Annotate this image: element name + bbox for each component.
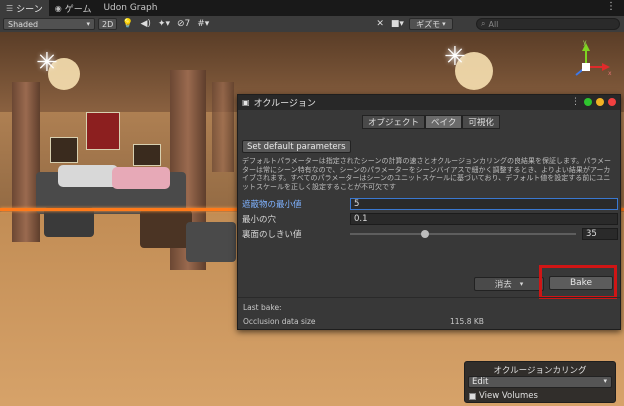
smallest-occluder-field[interactable]: 5 [350,198,618,210]
divider [238,297,620,298]
last-bake-label: Last bake: [243,303,282,312]
backface-threshold-value: 35 [586,229,597,239]
scene-toolbar: Shaded ▾ 2D 💡 ◀) ✦▾ ⊘ 7 #▾ ✕ ■▾ ギズモ ▾ ⌕ … [0,16,624,32]
occlusion-culling-overlay: オクルージョンカリング Edit ▾ View Volumes [464,361,616,403]
light-rays-icon: ✳ [444,42,466,72]
2d-toggle-button[interactable]: 2D [98,18,118,30]
overlay-title: オクルージョンカリング [493,366,587,376]
axis-gizmo[interactable]: y x [570,39,614,83]
occlusion-window-title-bar[interactable]: ▣ オクルージョン ⋮ [238,95,620,110]
smallest-hole-label: 最小の穴 [242,215,277,225]
shading-mode-label: Shaded [8,19,39,29]
tab-game[interactable]: ◉ ゲーム [49,0,98,16]
bake-highlight-box [539,265,617,299]
backface-threshold-field[interactable]: 35 [582,228,618,240]
wall-picture [50,137,78,163]
2d-label: 2D [102,19,114,29]
tab-visualization[interactable]: 可視化 [462,115,500,129]
wall-poster [86,112,120,150]
chevron-down-icon: ▾ [603,377,607,385]
chevron-down-icon: ▾ [86,20,90,28]
gizmos-dropdown[interactable]: ギズモ ▾ [408,18,453,30]
axis-y-label: y [583,39,587,46]
tab-scene-label: シーン [16,4,43,15]
clear-button[interactable]: 消去 ▾ [474,277,544,291]
occlusion-window: ▣ オクルージョン ⋮ オブジェクト ベイク 可視化 Set default p… [237,94,621,330]
tab-bake-label: ベイク [431,118,457,128]
search-input[interactable]: ⌕ All [476,18,620,30]
more-options-icon[interactable]: ⋮ [606,1,616,12]
search-icon: ⌕ [481,19,486,28]
pillow [58,165,118,187]
coffee-table [140,210,192,248]
backface-threshold-slider[interactable] [350,230,576,238]
side-table [44,207,94,237]
set-default-parameters-button[interactable]: Set default parameters [242,140,351,153]
view-volumes-checkbox[interactable] [469,392,476,400]
view-volumes-toggle[interactable]: View Volumes [469,391,538,401]
tab-game-label: ゲーム [64,4,92,15]
hidden-objects-toggle[interactable]: ⊘ 7 [175,18,192,30]
smallest-hole-value: 0.1 [354,214,368,224]
backface-threshold-row: 裏面のしきい値 35 [242,228,618,240]
tab-udon-graph-label: Udon Graph [103,3,158,13]
occlusion-mode-value: Edit [472,377,489,387]
occlusion-window-title: オクルージョン [253,99,316,109]
smallest-hole-field[interactable]: 0.1 [350,213,618,225]
pillow [112,167,170,189]
more-options-icon[interactable]: ⋮ [571,97,580,107]
bake-description: デフォルトパラメーターは指定されたシーンの計算の速さとオクルージョンカリングの良… [242,157,612,191]
audio-toggle-icon[interactable]: ◀) [138,18,152,30]
occlusion-data-size-value: 115.8 KB [450,317,484,326]
occlusion-data-size-label: Occlusion data size [243,317,316,326]
clear-label: 消去 [494,280,512,290]
tab-visualization-label: 可視化 [468,118,494,128]
tab-object-label: オブジェクト [368,118,420,128]
occlusion-icon: ▣ [242,98,250,107]
smallest-occluder-value: 5 [354,199,360,209]
effects-dropdown-icon[interactable]: ✦▾ [156,18,172,30]
tab-bake[interactable]: ベイク [425,115,463,129]
wall-picture [133,144,161,166]
light-rays-icon: ✳ [36,48,58,78]
armchair [186,222,236,262]
occlusion-tabs: オブジェクト ベイク 可視化 [362,115,500,129]
grid-icon: ☰ [6,3,14,13]
tools-icon[interactable]: ✕ [374,18,386,30]
smallest-occluder-label: 遮蔽物の最小値 [242,200,302,210]
chevron-down-icon: ▾ [519,280,524,288]
grid-toggle-icon[interactable]: #▾ [195,18,211,30]
hidden-objects-count: 7 [184,19,191,29]
slider-handle[interactable] [420,230,429,238]
unity-editor: ☰ シーン ◉ ゲーム Udon Graph ⋮ Shaded ▾ 2D 💡 ◀… [0,0,624,406]
camera-dropdown-icon[interactable]: ■▾ [389,18,406,30]
axis-x-label: x [608,70,612,77]
set-default-label: Set default parameters [247,141,346,152]
shading-mode-dropdown[interactable]: Shaded ▾ [3,18,95,30]
tab-object[interactable]: オブジェクト [362,115,426,129]
chevron-down-icon: ▾ [442,20,446,28]
search-placeholder: All [488,19,499,29]
editor-tab-bar: ☰ シーン ◉ ゲーム Udon Graph ⋮ [0,0,624,16]
occlusion-mode-dropdown[interactable]: Edit ▾ [468,376,612,388]
lighting-toggle-icon[interactable]: 💡 [120,18,135,30]
eye-slash-icon: ⊘ [176,19,185,29]
backface-threshold-label: 裏面のしきい値 [242,230,302,240]
tab-udon-graph[interactable]: Udon Graph [97,0,163,16]
view-volumes-label: View Volumes [479,391,538,401]
smallest-occluder-row: 遮蔽物の最小値 5 [242,198,618,210]
tab-scene[interactable]: ☰ シーン [0,0,49,16]
close-icon[interactable] [608,98,616,106]
door-frame [212,82,234,172]
window-controls [584,98,616,106]
gamepad-icon: ◉ [54,3,62,13]
left-column [12,82,40,242]
smallest-hole-row: 最小の穴 0.1 [242,213,618,225]
minimize-icon[interactable] [596,98,604,106]
maximize-icon[interactable] [584,98,592,106]
gizmos-label: ギズモ [416,19,441,29]
